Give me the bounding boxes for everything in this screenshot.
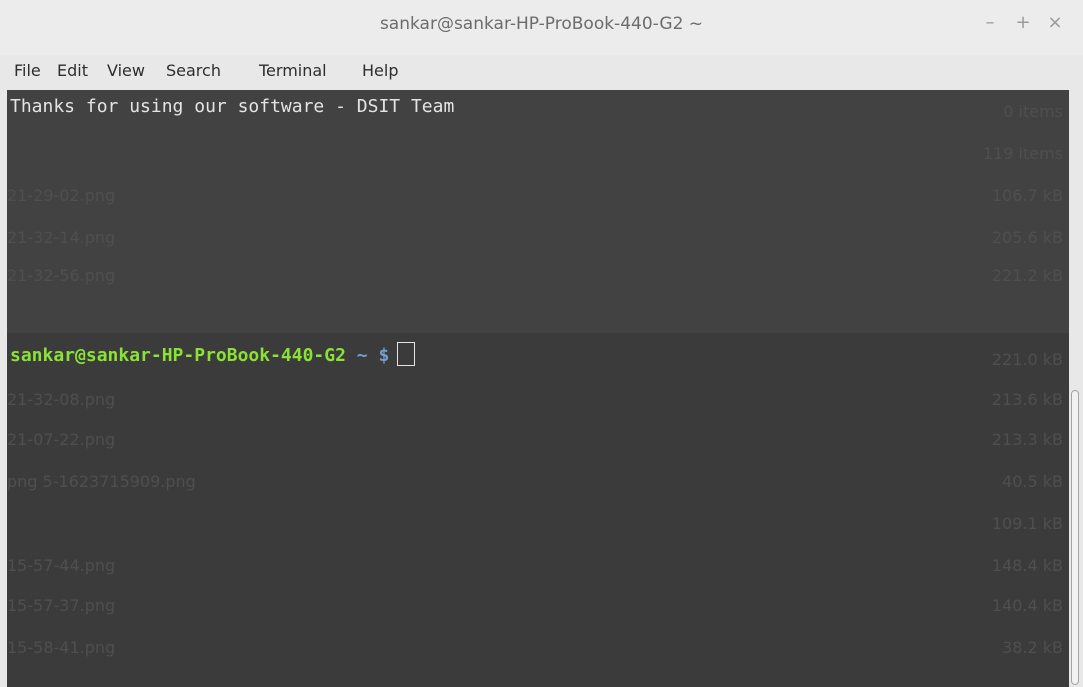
terminal-shade (7, 90, 1069, 333)
menu-bar: File Edit View Search Terminal Help (0, 55, 1083, 90)
menu-terminal[interactable]: Terminal (259, 61, 327, 80)
terminal-window: sankar@sankar-HP-ProBook-440-G2 ~ – + × … (0, 0, 1083, 687)
ghost-size: 109.1 kB (991, 514, 1063, 533)
ghost-size: 205.6 kB (991, 228, 1063, 247)
ghost-filename: 21-32-56.png (7, 266, 116, 285)
ghost-filename: 21-29-02.png (7, 186, 116, 205)
shell-prompt[interactable]: sankar@sankar-HP-ProBook-440-G2 ~ $ (10, 342, 416, 366)
ghost-filename: png 5-1623715909.png (7, 472, 196, 491)
ghost-filename: 15-57-44.png (7, 556, 116, 575)
ghost-size: 140.4 kB (991, 596, 1063, 615)
prompt-path: ~ (356, 345, 368, 366)
ghost-size: 0 items (1003, 102, 1063, 121)
ghost-size: 38.2 kB (1002, 638, 1063, 657)
menu-edit[interactable]: Edit (57, 61, 88, 80)
terminal-output-line: Thanks for using our software - DSIT Tea… (10, 96, 455, 117)
ghost-filename: 21-07-22.png (7, 430, 116, 449)
menu-help[interactable]: Help (362, 61, 398, 80)
ghost-filename: 21-32-14.png (7, 228, 116, 247)
prompt-user-host: sankar@sankar-HP-ProBook-440-G2 (10, 345, 346, 366)
ghost-filename: 21-32-08.png (7, 390, 116, 409)
ghost-size: 213.3 kB (991, 430, 1063, 449)
maximize-button[interactable]: + (1012, 12, 1034, 34)
menu-search[interactable]: Search (166, 61, 221, 80)
terminal-area[interactable]: 0 items 119 items 21-29-02.png 106.7 kB … (7, 90, 1069, 687)
close-button[interactable]: × (1044, 12, 1066, 34)
ghost-size: 119 items (982, 144, 1063, 163)
window-title: sankar@sankar-HP-ProBook-440-G2 ~ (379, 14, 704, 34)
ghost-size: 221.2 kB (991, 266, 1063, 285)
ghost-size: 106.7 kB (991, 186, 1063, 205)
ghost-filename: 15-57-37.png (7, 596, 116, 615)
ghost-size: 148.4 kB (991, 556, 1063, 575)
ghost-size: 221.0 kB (991, 350, 1063, 369)
ghost-size: 40.5 kB (1002, 472, 1063, 491)
minimize-button[interactable]: – (979, 12, 1001, 34)
menu-view[interactable]: View (107, 61, 145, 80)
menu-file[interactable]: File (14, 61, 41, 80)
ghost-filename: 15-58-41.png (7, 638, 116, 657)
text-cursor (397, 342, 416, 366)
scrollbar-thumb[interactable] (1071, 390, 1079, 685)
ghost-size: 213.6 kB (991, 390, 1063, 409)
title-bar[interactable]: sankar@sankar-HP-ProBook-440-G2 ~ – + × (0, 0, 1083, 55)
prompt-symbol: $ (378, 345, 390, 366)
